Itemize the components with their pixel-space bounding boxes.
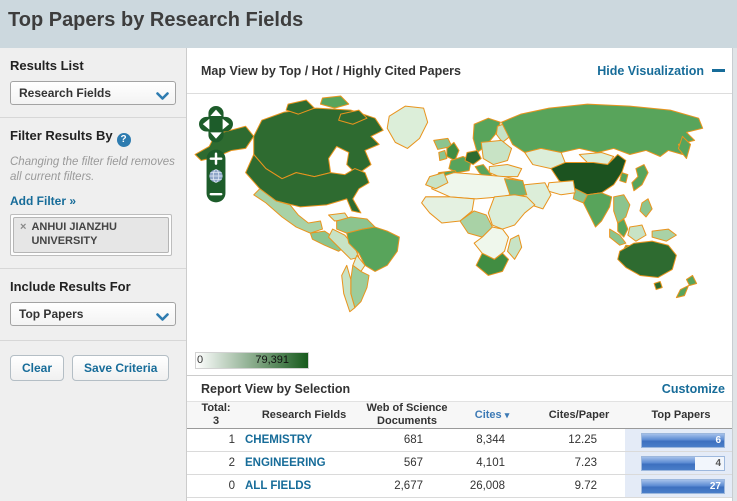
save-criteria-button[interactable]: Save Criteria	[72, 355, 170, 382]
map-pan-zoom-controls[interactable]	[199, 106, 233, 206]
clear-button[interactable]: Clear	[10, 355, 65, 382]
row-docs: 567	[403, 457, 423, 469]
chevron-down-icon	[156, 311, 169, 325]
row-cites-per-paper: 7.23	[574, 457, 597, 469]
col-cites-per-paper: Cites/Paper	[548, 408, 610, 421]
col-wos-documents: Web of Science Documents	[366, 402, 448, 427]
results-list-select[interactable]: Research Fields	[10, 81, 176, 105]
chevron-down-icon	[156, 90, 169, 104]
row-cites: 26,008	[469, 480, 505, 492]
total-header: Total: 3	[187, 402, 245, 427]
legend-max-value: 79,391	[255, 354, 289, 366]
col-top-papers: Top Papers	[651, 408, 711, 421]
collapse-icon[interactable]	[712, 69, 725, 72]
row-cites: 8,344	[476, 434, 505, 446]
table-row: 2 ENGINEERING 567 4,101 7.23 4	[187, 452, 737, 475]
hide-visualization-link[interactable]: Hide Visualization	[597, 64, 704, 78]
top-papers-cell: 6	[625, 429, 737, 451]
total-label: Total:	[201, 402, 231, 415]
include-results-section: Include Results For Top Papers	[0, 268, 186, 338]
field-link[interactable]: CHEMISTRY	[245, 434, 363, 446]
filter-chip-label: ANHUI JIANZHU UNIVERSITY	[31, 220, 117, 247]
field-link[interactable]: ENGINEERING	[245, 457, 363, 469]
map-legend: 0 79,391	[195, 352, 309, 369]
filters-sidebar: Results List Research Fields Filter Resu…	[0, 48, 186, 501]
remove-filter-icon[interactable]: ×	[20, 221, 26, 249]
sort-desc-icon: ▾	[504, 409, 510, 420]
report-title: Report View by Selection	[201, 381, 351, 396]
col-research-fields: Research Fields	[261, 408, 347, 421]
field-link[interactable]: ALL FIELDS	[245, 480, 363, 492]
include-results-label: Include Results For	[10, 279, 131, 295]
col-cites-sort[interactable]: Cites ▾	[451, 409, 533, 422]
globe-icon	[209, 169, 223, 183]
bar-fill	[642, 433, 724, 447]
top-papers-cell: 27	[625, 475, 737, 497]
map-title: Map View by Top / Hot / Highly Cited Pap…	[201, 63, 461, 78]
top-papers-bar: 27	[641, 478, 725, 494]
top-papers-value: 4	[715, 457, 721, 469]
top-papers-cell: 4	[625, 452, 737, 474]
total-value: 3	[212, 415, 220, 427]
top-papers-value: 6	[715, 434, 721, 446]
row-docs: 2,677	[394, 480, 423, 492]
top-papers-bar: 6	[641, 432, 725, 448]
world-map-view[interactable]: 0 79,391	[187, 94, 737, 375]
row-cites-per-paper: 9.72	[574, 480, 597, 492]
row-docs: 681	[403, 434, 423, 446]
row-rank: 2	[228, 457, 235, 469]
help-icon[interactable]: ?	[116, 133, 131, 147]
results-list-label: Results List	[10, 58, 84, 73]
page-title: Top Papers by Research Fields	[8, 9, 304, 31]
top-papers-bar: 4	[641, 455, 725, 471]
table-header: Total: 3 Research Fields Web of Science …	[187, 402, 737, 429]
filter-results-section: Filter Results By? Changing the filter f…	[0, 117, 186, 268]
add-filter-link[interactable]: Add Filter »	[10, 194, 76, 208]
page-header: Top Papers by Research Fields	[0, 0, 737, 48]
main-panel: Map View by Top / Hot / Highly Cited Pap…	[186, 48, 737, 501]
results-list-section: Results List Research Fields	[0, 48, 186, 117]
vertical-scrollbar[interactable]	[732, 48, 737, 501]
include-results-value: Top Papers	[19, 307, 84, 322]
include-results-select[interactable]: Top Papers	[10, 302, 176, 327]
filter-results-label: Filter Results By?	[10, 128, 176, 147]
table-row: 1 CHEMISTRY 681 8,344 12.25 6	[187, 429, 737, 452]
filter-chip[interactable]: × ANHUI JIANZHU UNIVERSITY	[13, 216, 169, 254]
world-map[interactable]	[187, 94, 733, 346]
results-list-value: Research Fields	[19, 86, 112, 100]
active-filters-panel: × ANHUI JIANZHU UNIVERSITY	[10, 213, 172, 257]
table-row: 0 ALL FIELDS 2,677 26,008 9.72 27	[187, 475, 737, 498]
row-rank: 1	[228, 434, 235, 446]
map-section-header: Map View by Top / Hot / Highly Cited Pap…	[187, 48, 737, 94]
legend-min-value: 0	[197, 354, 204, 366]
customize-link[interactable]: Customize	[662, 382, 725, 396]
row-rank: 0	[228, 480, 235, 492]
top-papers-value: 27	[709, 480, 721, 492]
filter-results-label-text: Filter Results By	[10, 128, 113, 143]
col-cites-label: Cites	[474, 408, 502, 421]
row-cites-per-paper: 12.25	[568, 434, 597, 446]
report-section-header: Report View by Selection Customize	[187, 375, 737, 402]
map-legend-bar	[195, 352, 309, 369]
bar-fill	[642, 456, 696, 470]
sidebar-buttons: Clear Save Criteria	[0, 340, 186, 382]
row-cites: 4,101	[476, 457, 505, 469]
filter-note: Changing the filter field removes all cu…	[10, 156, 175, 183]
